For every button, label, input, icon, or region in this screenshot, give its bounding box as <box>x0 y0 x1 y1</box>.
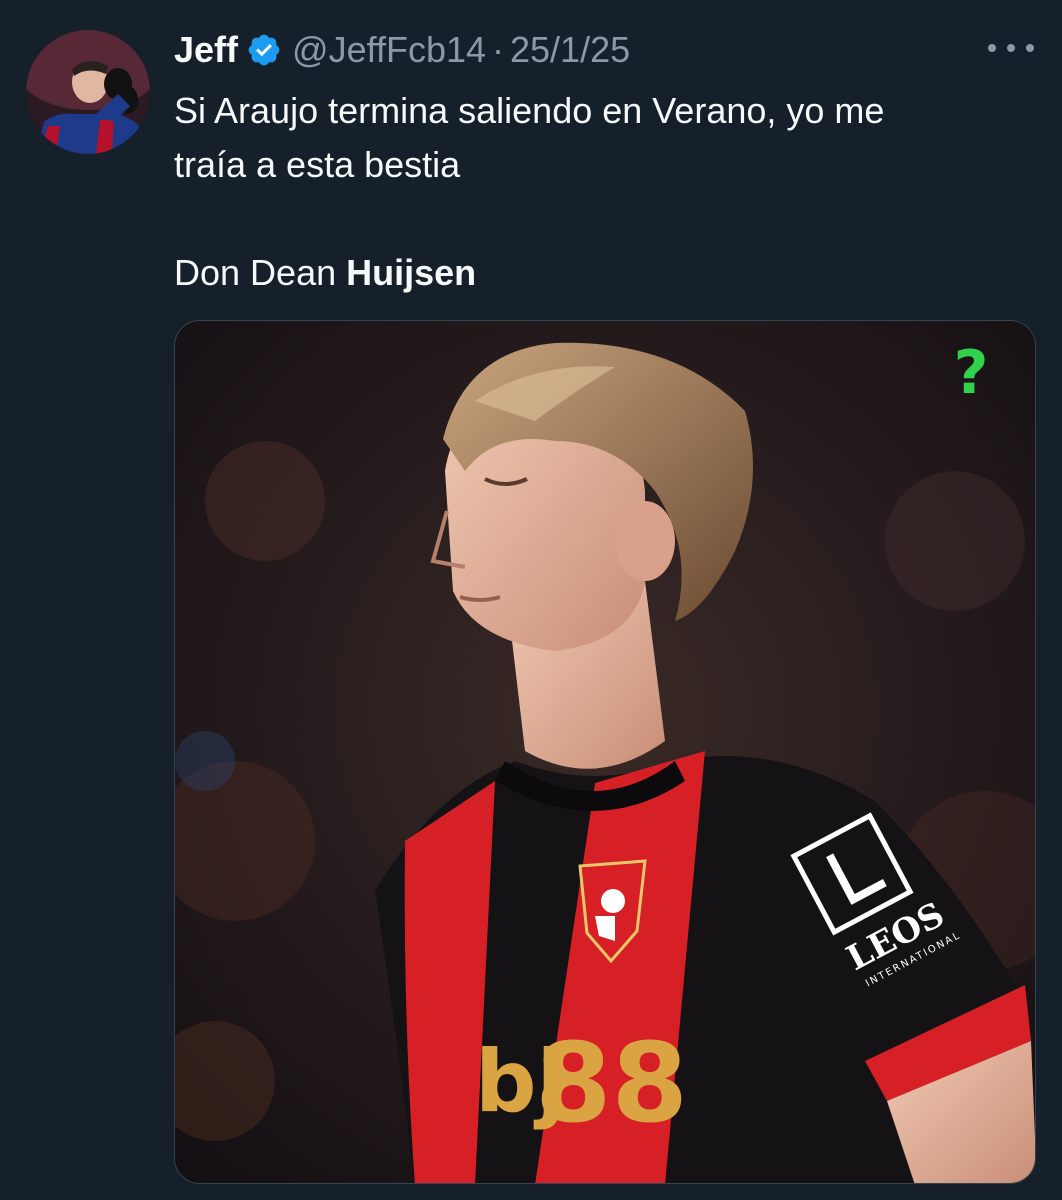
tweet-header: Jeff @JeffFcb14 · 25/1/25 <box>174 28 630 72</box>
tweet[interactable]: Jeff @JeffFcb14 · 25/1/25 Si Araujo term… <box>0 0 1062 1200</box>
tweet-text-bold: Huijsen <box>346 252 477 293</box>
more-dot <box>988 44 996 52</box>
tweet-text-line: Don Dean Huijsen <box>174 246 1034 300</box>
shirt-number: 88 <box>535 1019 688 1147</box>
corner-badge: ? <box>954 338 989 408</box>
separator-dot: · <box>492 29 505 70</box>
author-handle[interactable]: @JeffFcb14 <box>292 29 486 71</box>
tweet-text-prefix: Don Dean <box>174 252 347 293</box>
author-name[interactable]: Jeff <box>174 29 238 71</box>
tweet-text-line: Si Araujo termina saliendo en Verano, yo… <box>174 90 885 131</box>
author-avatar[interactable] <box>26 30 150 154</box>
more-dot <box>1026 44 1034 52</box>
tweet-date[interactable]: 25/1/25 <box>510 29 630 71</box>
more-dot <box>1007 44 1015 52</box>
tweet-text: Si Araujo termina saliendo en Verano, yo… <box>174 84 1034 300</box>
tweet-text-line: traía a esta bestia <box>174 144 461 185</box>
tweet-media-photo[interactable]: ? bj 88 LEOS INTERNATIONAL <box>174 320 1036 1184</box>
verified-badge-icon[interactable] <box>246 32 282 68</box>
more-options-icon[interactable] <box>988 30 1034 66</box>
